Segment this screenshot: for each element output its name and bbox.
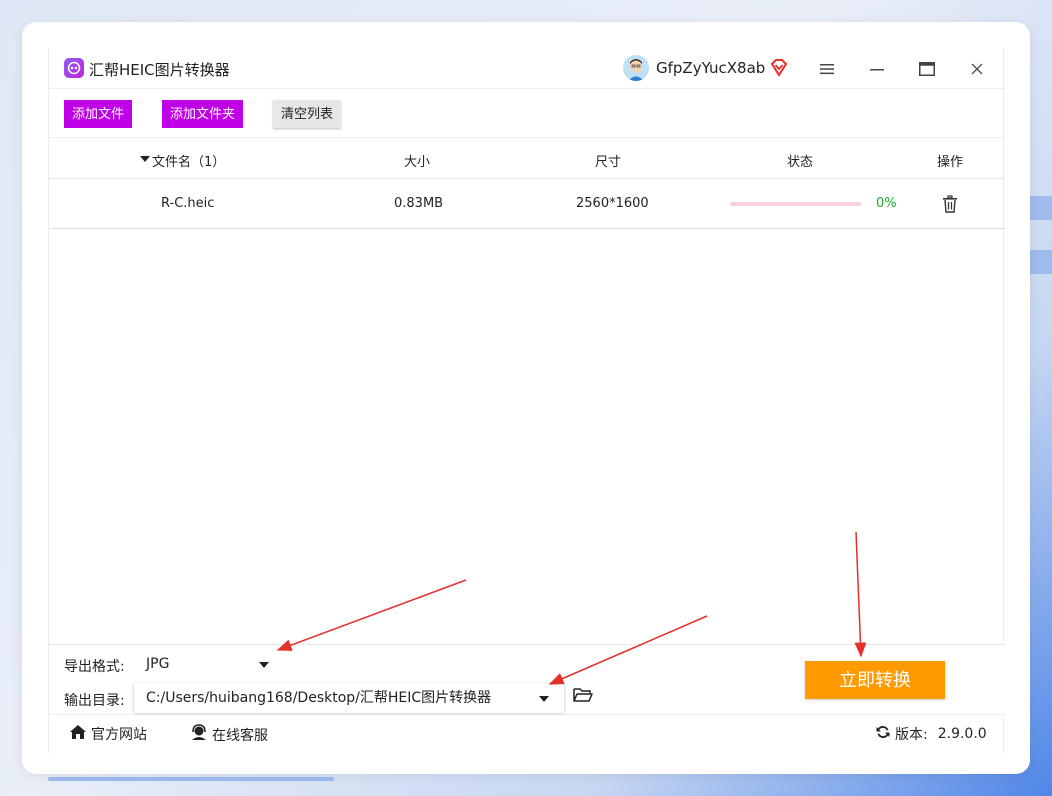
headset-icon [190,724,208,745]
maximize-icon[interactable] [914,56,940,82]
progress-percent: 0% [876,196,897,211]
clear-list-button[interactable]: 清空列表 [273,100,342,128]
menu-icon[interactable] [814,56,840,82]
app-title: 汇帮HEIC图片转换器 [89,61,230,79]
open-folder-icon[interactable] [573,687,593,703]
output-settings: 导出格式: JPG 输出目录: C:/Users/huibang168/Desk… [49,644,1005,714]
official-website-link[interactable]: 官方网站 [69,724,147,744]
file-name: R-C.heic [161,196,215,211]
add-file-button[interactable]: 添加文件 [64,100,133,128]
progress-bar [730,202,861,206]
format-value: JPG [146,656,170,672]
online-support-label: 在线客服 [212,727,268,744]
vip-diamond-icon[interactable] [769,58,789,78]
column-filename[interactable]: 文件名（1） [152,151,225,170]
column-status: 状态 [787,155,814,170]
toolbar: 添加文件 添加文件夹 清空列表 [49,89,1005,138]
official-website-label: 官方网站 [91,727,147,743]
column-actions: 操作 [937,155,964,170]
format-label: 导出格式: [64,659,125,675]
output-dir-select[interactable]: C:/Users/huibang168/Desktop/汇帮HEIC图片转换器 [134,683,564,713]
home-icon [69,724,87,744]
output-dir-value: C:/Users/huibang168/Desktop/汇帮HEIC图片转换器 [146,690,492,706]
column-dimensions: 尺寸 [595,155,622,170]
version-info[interactable]: 版本: 2.9.0.0 [875,724,987,744]
sort-desc-icon[interactable] [140,151,150,166]
file-dimensions: 2560*1600 [576,196,649,211]
table-header: 文件名（1） 大小 尺寸 状态 操作 [49,138,1005,179]
minimize-icon[interactable] [864,56,890,82]
taskbar-accent [48,777,334,781]
convert-now-button[interactable]: 立即转换 [805,661,945,699]
refresh-icon [875,724,891,744]
user-avatar[interactable] [623,55,649,81]
app-window: 汇帮HEIC图片转换器 GfpZyYucX8ab 添加文件 添加文件夹 清空列表… [48,48,1005,753]
chevron-down-icon [539,696,549,702]
delete-icon[interactable] [942,195,958,213]
footer: 官方网站 在线客服 版本: 2.9.0.0 [49,714,1005,753]
format-select[interactable]: JPG [134,649,284,679]
online-support-link[interactable]: 在线客服 [190,724,268,745]
chevron-down-icon [259,662,269,668]
title-bar: 汇帮HEIC图片转换器 GfpZyYucX8ab [49,48,1005,89]
version-label: 版本: [895,727,928,743]
version-value: 2.9.0.0 [937,726,987,742]
add-folder-button[interactable]: 添加文件夹 [162,100,244,128]
column-size: 大小 [404,155,431,170]
table-row[interactable]: R-C.heic 0.83MB 2560*1600 0% [49,179,1005,229]
username[interactable]: GfpZyYucX8ab [656,59,765,77]
app-logo-icon [64,58,84,78]
output-dir-label: 输出目录: [64,693,125,709]
file-size: 0.83MB [394,196,444,211]
close-icon[interactable] [964,56,990,82]
